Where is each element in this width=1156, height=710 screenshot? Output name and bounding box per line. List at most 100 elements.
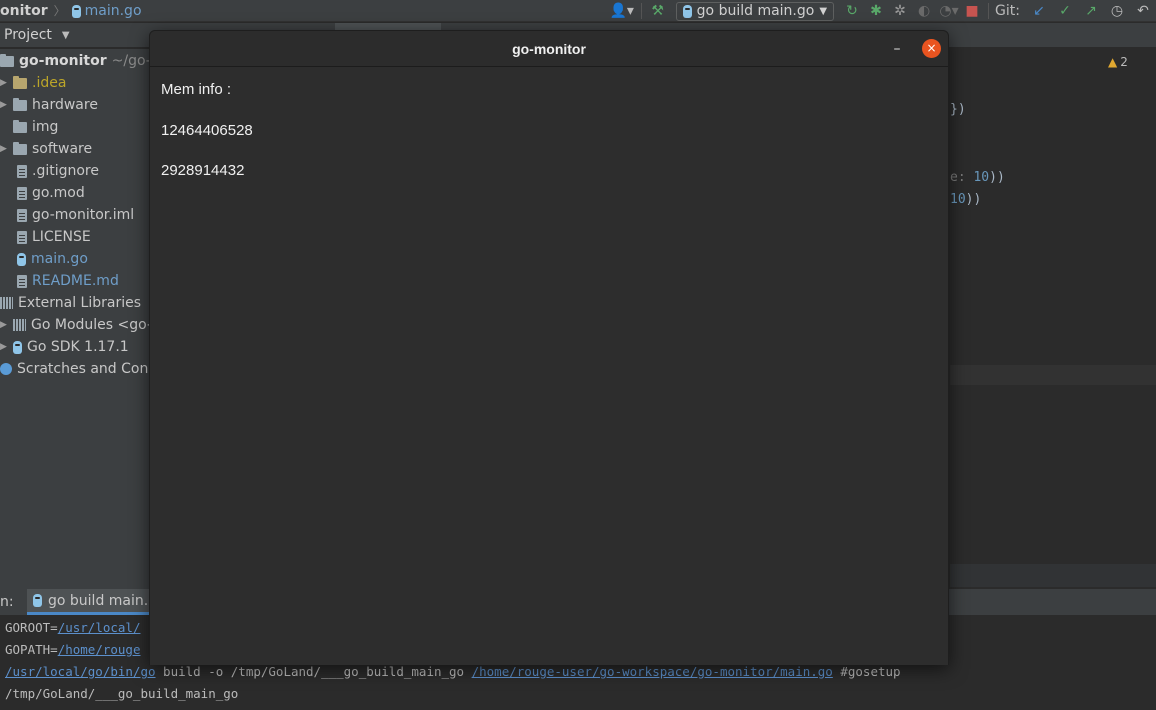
tree-item-label: Scratches and Conso	[17, 361, 165, 377]
inspection-warnings[interactable]: ▲ 2	[1108, 55, 1128, 69]
chevron-down-icon: ▼	[819, 5, 828, 17]
folder-icon	[13, 97, 27, 111]
tree-item-label: main.go	[31, 251, 88, 267]
console-text: build -o /tmp/GoLand/___go_build_main_go	[155, 664, 472, 679]
chevron-right-icon[interactable]: ▶	[0, 342, 8, 352]
tree-item-readme[interactable]: README.md	[17, 270, 119, 292]
parameter-hint: e:	[950, 170, 966, 185]
tree-item-label: README.md	[32, 273, 119, 289]
rerun-icon[interactable]: ↻	[840, 1, 864, 21]
tree-item-label: go.mod	[32, 185, 85, 201]
profile-icon[interactable]: ◐	[912, 1, 936, 21]
run-with-coverage-icon[interactable]: ✲	[888, 1, 912, 21]
go-monitor-window: go-monitor – × Mem info : 12464406528 29…	[149, 30, 949, 665]
toolbar-divider	[640, 3, 642, 19]
go-file-icon	[33, 594, 42, 607]
tree-item-go-modules[interactable]: ▶ Go Modules <go-	[0, 314, 152, 336]
git-rollback-icon[interactable]: ↶	[1130, 1, 1156, 21]
tree-item-label: LICENSE	[32, 229, 91, 245]
tree-item-license[interactable]: LICENSE	[17, 226, 91, 248]
breadcrumb-file[interactable]: main.go	[71, 3, 142, 19]
tree-item-label: img	[32, 119, 59, 135]
tree-item-go-sdk[interactable]: ▶ Go SDK 1.17.1	[0, 336, 129, 358]
console-link[interactable]: /home/rouge-user/go-workspace/go-monitor…	[472, 664, 833, 679]
user-icon[interactable]: 👤▾	[609, 1, 635, 21]
run-configuration-select[interactable]: go build main.go ▼	[675, 1, 835, 21]
tree-item-idea[interactable]: ▶ .idea	[0, 72, 66, 94]
git-push-icon[interactable]: ↗	[1078, 1, 1104, 21]
tree-item-label: Go SDK 1.17.1	[27, 339, 129, 355]
file-icon	[17, 208, 27, 222]
project-pane-header[interactable]: Project ▼	[0, 23, 150, 47]
code-fragment: })	[950, 102, 966, 117]
code-text: })	[950, 102, 966, 117]
tree-item-software[interactable]: ▶ software	[0, 138, 92, 160]
breadcrumb-project[interactable]: onitor	[0, 3, 48, 19]
run-configuration-label: go build main.go	[696, 3, 815, 19]
editor-breadcrumb-bar	[950, 564, 1156, 587]
go-file-icon	[682, 4, 692, 18]
mem-info-label: Mem info :	[161, 81, 232, 98]
git-commit-icon[interactable]: ✓	[1052, 1, 1078, 21]
debug-icon[interactable]: ✱	[864, 1, 888, 21]
warnings-count: 2	[1120, 55, 1128, 69]
build-hammer-icon[interactable]: ⚒	[648, 1, 668, 21]
chevron-right-icon[interactable]: ▶	[0, 144, 8, 154]
folder-icon	[13, 119, 27, 133]
breadcrumb: onitor 〉 main.go	[0, 0, 142, 22]
tree-item-iml[interactable]: go-monitor.iml	[17, 204, 134, 226]
tree-item-external-libraries[interactable]: External Libraries	[0, 292, 141, 314]
scratches-icon	[0, 363, 12, 375]
tree-item-gitignore[interactable]: .gitignore	[17, 160, 99, 182]
console-line-output: /tmp/GoLand/___go_build_main_go	[5, 686, 238, 701]
close-button[interactable]: ×	[922, 39, 941, 58]
chevron-right-icon[interactable]: ▶	[0, 100, 8, 110]
tree-item-root[interactable]: go-monitor ~/go-w	[0, 50, 162, 72]
file-icon	[17, 186, 27, 200]
file-icon	[17, 230, 27, 244]
code-number: 10	[950, 192, 966, 207]
console-link[interactable]: /usr/local/go/bin/go	[5, 664, 156, 679]
tree-item-label: software	[32, 141, 93, 157]
console-link[interactable]: /home/rouge	[58, 642, 141, 657]
window-titlebar[interactable]: go-monitor – ×	[150, 31, 948, 67]
module-folder-icon	[0, 53, 14, 67]
console-line-goroot: GOROOT=/usr/local/	[5, 620, 140, 635]
folder-icon	[13, 141, 27, 155]
tree-item-scratches[interactable]: Scratches and Conso	[0, 358, 164, 380]
tree-item-main-go[interactable]: main.go	[17, 248, 88, 270]
warning-icon: ▲	[1108, 55, 1118, 69]
window-content: Mem info : 12464406528 2928914432	[150, 68, 948, 665]
ide-top-bar: onitor 〉 main.go 👤▾ ⚒ go build main.go ▼…	[0, 0, 1156, 22]
mem-free-value: 2928914432	[161, 162, 245, 179]
go-file-icon	[17, 252, 26, 266]
tree-item-img[interactable]: img	[13, 116, 58, 138]
console-line-build-command: /usr/local/go/bin/go build -o /tmp/GoLan…	[5, 664, 901, 679]
git-update-icon[interactable]: ↙	[1026, 1, 1052, 21]
toolbar-divider	[988, 3, 990, 19]
window-title: go-monitor	[512, 41, 586, 57]
code-text: ))	[989, 170, 1005, 185]
console-text: GOPATH=	[5, 642, 58, 657]
git-history-icon[interactable]: ◷	[1104, 1, 1130, 21]
code-fragment: 10))	[950, 192, 981, 207]
console-link[interactable]: /usr/local/	[58, 620, 141, 635]
library-icon	[0, 297, 13, 309]
current-line-highlight	[950, 365, 1156, 385]
minimize-button[interactable]: –	[887, 39, 907, 59]
chevron-right-icon[interactable]: ▶	[0, 320, 8, 330]
console-text: /tmp/GoLand/___go_build_main_go	[5, 686, 239, 701]
tree-item-go-mod[interactable]: go.mod	[17, 182, 85, 204]
tree-item-label: External Libraries	[18, 295, 141, 311]
tree-item-hardware[interactable]: ▶ hardware	[0, 94, 98, 116]
run-tab[interactable]: go build main.g	[27, 589, 164, 615]
library-icon	[13, 319, 26, 331]
chevron-right-icon[interactable]: ▶	[0, 78, 8, 88]
console-text: #gosetup	[832, 664, 901, 679]
tree-item-label: Go Modules <go-	[31, 317, 153, 333]
stop-icon[interactable]: ■	[962, 1, 982, 21]
code-number: 10	[973, 170, 990, 185]
more-run-actions-icon[interactable]: ◔▾	[936, 1, 962, 21]
go-file-icon	[71, 4, 81, 18]
project-tree: go-monitor ~/go-w ▶ .idea ▶ hardware img…	[0, 49, 164, 589]
